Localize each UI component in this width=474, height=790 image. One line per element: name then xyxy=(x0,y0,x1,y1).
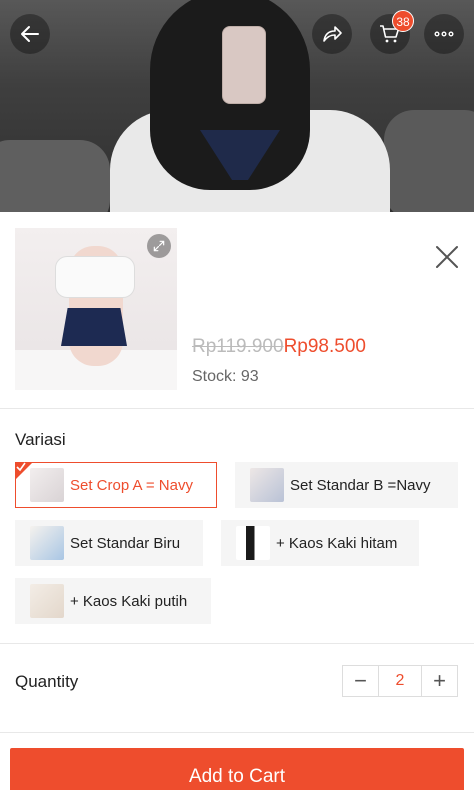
variation-thumbnail xyxy=(30,526,64,560)
variation-label: Set Crop A = Navy xyxy=(70,476,193,494)
quantity-stepper: − 2 + xyxy=(342,665,458,697)
add-to-cart-button[interactable]: Add to Cart xyxy=(10,748,464,790)
variation-label: + Kaos Kaki putih xyxy=(70,592,188,610)
price-row: Rp119.900Rp98.500 xyxy=(192,336,366,358)
increase-quantity-button[interactable]: + xyxy=(422,666,457,696)
close-icon xyxy=(436,246,458,268)
variation-thumbnail xyxy=(30,468,64,502)
variation-option[interactable]: Set Standar Biru xyxy=(15,520,203,566)
original-price: Rp119.900 xyxy=(192,336,284,357)
share-icon xyxy=(323,26,342,42)
divider xyxy=(0,408,474,409)
stock-count: Stock: 93 xyxy=(192,368,259,385)
quantity-input[interactable]: 2 xyxy=(378,666,422,696)
cart-button[interactable]: 38 xyxy=(370,10,414,54)
variation-thumbnail xyxy=(30,584,64,618)
variation-thumbnail xyxy=(250,468,284,502)
arrow-left-icon xyxy=(21,26,39,42)
cart-count-badge: 38 xyxy=(392,10,414,32)
expand-icon[interactable] xyxy=(147,234,171,258)
quantity-label: Quantity xyxy=(15,672,79,691)
variation-label: Set Standar Biru xyxy=(70,534,181,552)
variation-option[interactable]: + Kaos Kaki putih xyxy=(15,578,211,624)
more-button[interactable] xyxy=(424,14,464,54)
variation-bottom-sheet: Rp119.900Rp98.500 Stock: 93 Variasi Set … xyxy=(0,212,474,790)
variation-thumbnail xyxy=(236,526,270,560)
divider xyxy=(0,643,474,644)
decrease-quantity-button[interactable]: − xyxy=(343,666,378,696)
back-button[interactable] xyxy=(10,14,50,54)
discounted-price: Rp98.500 xyxy=(283,336,366,357)
variation-title: Variasi xyxy=(15,430,66,449)
divider xyxy=(0,732,474,733)
product-thumbnail[interactable] xyxy=(15,228,177,390)
variation-option[interactable]: + Kaos Kaki hitam xyxy=(221,520,419,566)
variation-label: Set Standar B =Navy xyxy=(290,476,431,494)
close-button[interactable] xyxy=(432,242,462,272)
more-icon xyxy=(434,31,454,37)
variation-option[interactable]: Set Standar B =Navy xyxy=(235,462,458,508)
variation-label: + Kaos Kaki hitam xyxy=(276,534,398,552)
variation-option[interactable]: Set Crop A = Navy xyxy=(15,462,217,508)
share-button[interactable] xyxy=(312,14,352,54)
